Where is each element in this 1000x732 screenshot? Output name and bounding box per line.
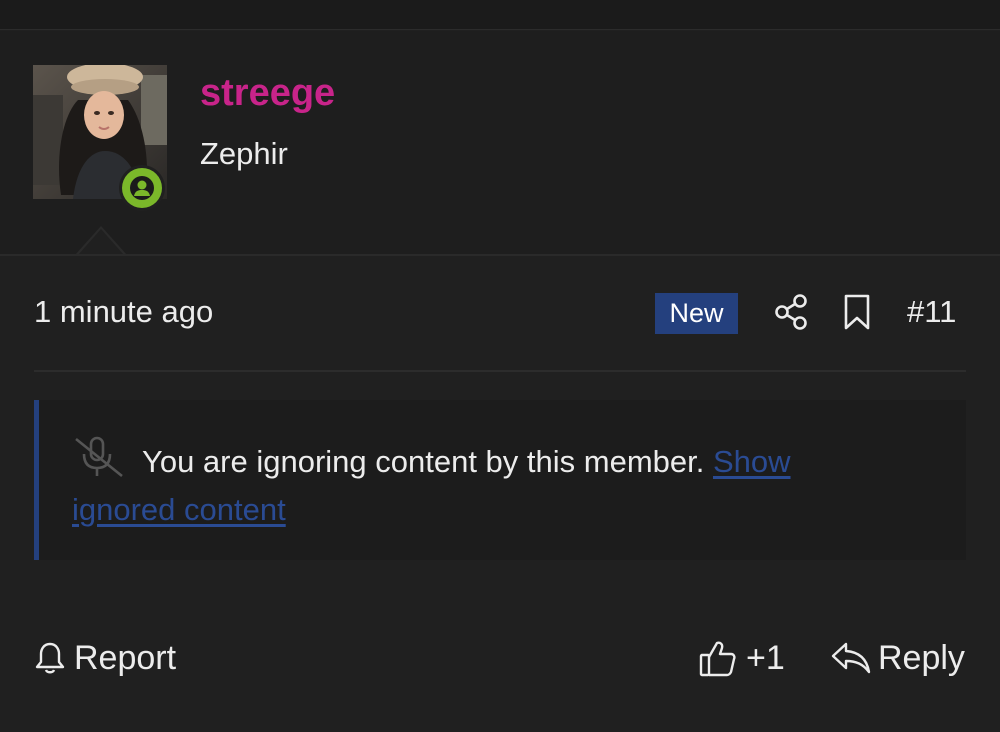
meta-divider (34, 370, 966, 372)
share-icon[interactable] (774, 293, 810, 331)
reply-button[interactable]: Reply (830, 637, 965, 679)
user-title: Zephir (200, 136, 288, 171)
top-bar (0, 0, 1000, 30)
post-timestamp[interactable]: 1 minute ago (34, 294, 213, 330)
header-divider (0, 254, 1000, 256)
bell-icon (35, 642, 65, 674)
user-icon (130, 176, 154, 200)
ignored-content-message: You are ignoring content by this member.… (72, 438, 872, 534)
post-number-link[interactable]: #11 (907, 294, 956, 330)
bookmark-icon[interactable] (842, 294, 872, 330)
online-status-badge (119, 165, 165, 211)
ignored-message-text: You are ignoring content by this member. (142, 444, 705, 479)
new-badge: New (655, 293, 738, 334)
thumbs-up-icon (699, 641, 736, 677)
like-count: +1 (746, 638, 785, 677)
report-label: Report (74, 638, 177, 677)
report-button[interactable]: Report (34, 637, 176, 679)
reply-label: Reply (878, 638, 965, 677)
username-link[interactable]: streege (200, 72, 335, 115)
like-button[interactable]: +1 (698, 637, 785, 679)
reply-icon (831, 642, 871, 674)
